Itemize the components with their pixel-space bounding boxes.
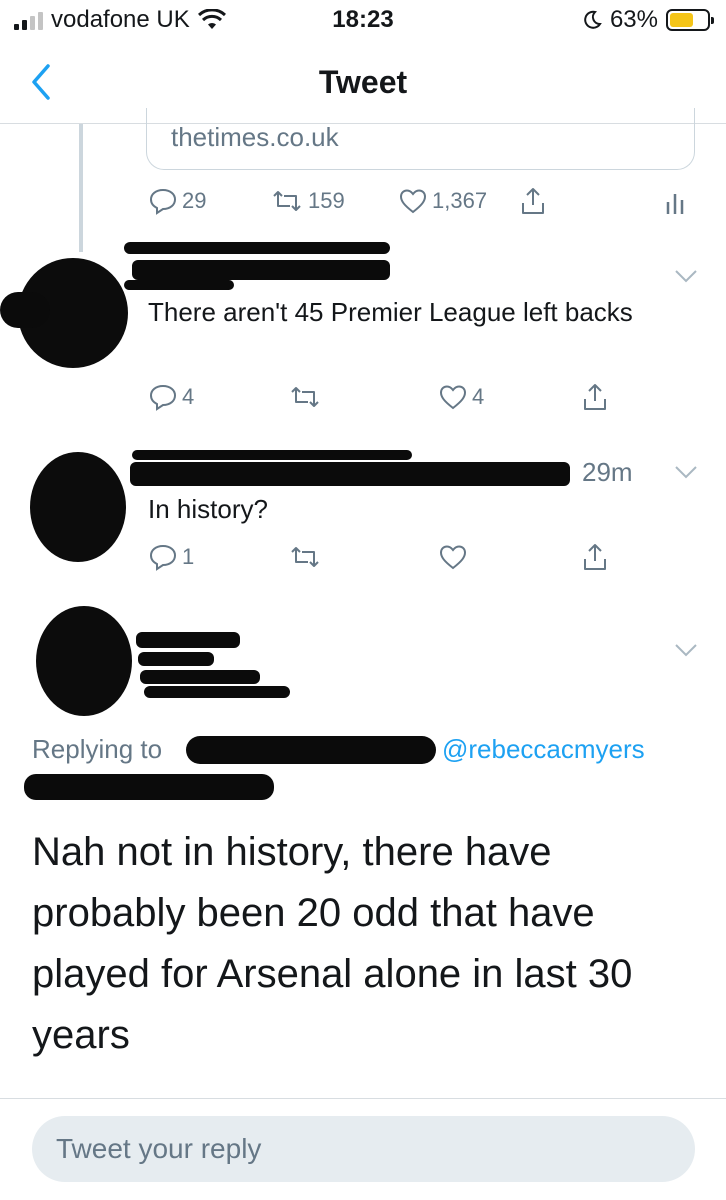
battery-icon	[666, 9, 714, 31]
retweet-icon	[291, 547, 319, 567]
reply-count: 4	[182, 384, 195, 409]
battery-fill	[670, 13, 693, 27]
reply-button[interactable]: 4	[148, 382, 194, 412]
reply-tweet[interactable]: 29m In history? 1	[0, 440, 726, 600]
battery-info: 63%	[582, 6, 714, 34]
reply-icon	[149, 188, 177, 215]
retweet-button[interactable]	[288, 542, 322, 572]
tweet-text: Nah not in history, there have probably …	[32, 830, 633, 1057]
reply-count: 29	[182, 188, 207, 213]
reply-actions: 1	[148, 542, 618, 574]
heart-icon	[439, 545, 467, 570]
like-button[interactable]	[438, 542, 468, 572]
chevron-down-icon[interactable]	[672, 640, 700, 660]
reply-actions: 4 4	[148, 382, 618, 414]
retweet-icon	[291, 387, 319, 407]
redaction-scribble	[132, 260, 390, 280]
redaction-scribble	[24, 774, 274, 800]
status-bar: vodafone UK 18:23 63%	[0, 0, 726, 40]
reply-button[interactable]: 29	[148, 186, 206, 216]
heart-icon	[439, 385, 467, 410]
redaction-scribble	[138, 652, 214, 666]
mention-link[interactable]: @rebeccacmyers	[442, 734, 645, 765]
tweet-actions: 29 159 1,367	[148, 186, 708, 218]
reply-count: 1	[182, 544, 195, 569]
page-title: Tweet	[318, 64, 408, 100]
share-icon[interactable]	[518, 186, 548, 216]
reply-button[interactable]: 1	[148, 542, 194, 572]
avatar[interactable]	[36, 606, 132, 716]
redaction-scribble	[124, 280, 234, 290]
link-card[interactable]: thetimes.co.uk	[146, 108, 695, 170]
reply-tweet[interactable]: There aren't 45 Premier League left back…	[0, 240, 726, 440]
chevron-down-icon[interactable]	[672, 462, 700, 482]
share-icon[interactable]	[580, 382, 610, 412]
reply-text: In history?	[148, 494, 268, 524]
redaction-scribble	[144, 686, 290, 698]
reply-time: 29m	[582, 457, 633, 487]
analytics-icon[interactable]	[664, 188, 690, 216]
retweet-button[interactable]	[288, 382, 322, 412]
moon-icon	[584, 10, 602, 29]
reply-text: There aren't 45 Premier League left back…	[148, 297, 633, 327]
redaction-scribble	[136, 632, 240, 648]
redaction-scribble	[186, 736, 436, 764]
retweet-icon	[273, 191, 301, 211]
replying-to: Replying to	[32, 734, 162, 765]
like-count: 1,367	[432, 188, 488, 213]
chevron-down-icon[interactable]	[672, 266, 700, 286]
redaction-scribble	[0, 292, 50, 328]
avatar	[30, 452, 126, 562]
share-icon[interactable]	[580, 542, 610, 572]
redaction-scribble	[130, 462, 570, 486]
reply-input[interactable]	[56, 1116, 656, 1182]
reply-icon	[149, 384, 177, 411]
reply-composer[interactable]	[32, 1116, 695, 1182]
heart-icon	[399, 189, 427, 214]
like-button[interactable]: 4	[438, 382, 484, 412]
battery-percent: 63%	[609, 6, 658, 33]
redaction-scribble	[140, 670, 260, 684]
retweet-button[interactable]: 159	[270, 186, 345, 216]
reply-icon	[149, 544, 177, 571]
link-domain: thetimes.co.uk	[171, 122, 339, 152]
redaction-scribble	[132, 450, 412, 460]
redaction-scribble	[124, 242, 390, 254]
divider	[0, 1098, 726, 1099]
thread-line	[79, 124, 83, 252]
like-button[interactable]: 1,367	[398, 186, 487, 216]
retweet-count: 159	[308, 188, 345, 213]
like-count: 4	[472, 384, 485, 409]
replying-to-label: Replying to	[32, 734, 163, 764]
